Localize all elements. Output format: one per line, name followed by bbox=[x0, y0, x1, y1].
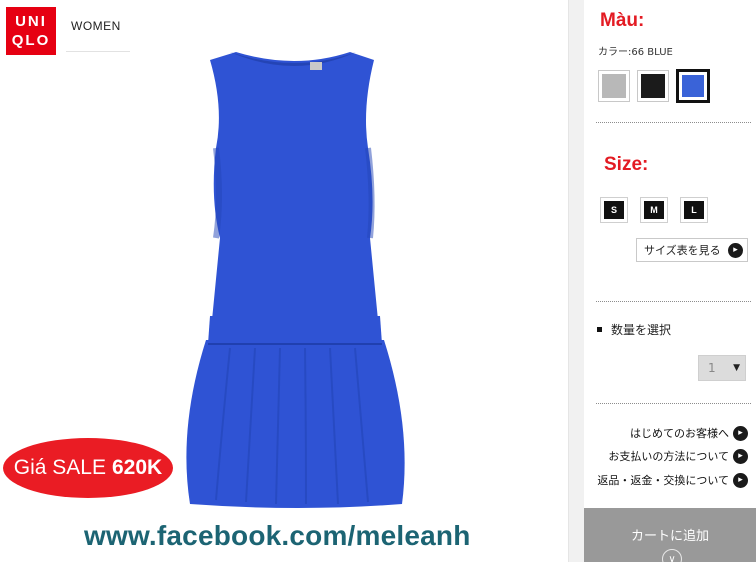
size-option-s[interactable]: S bbox=[600, 197, 628, 223]
dress-waistband bbox=[208, 316, 382, 344]
add-to-cart-label: カートに追加 bbox=[630, 529, 709, 544]
size-chart-label: サイズ表を見る bbox=[644, 244, 721, 257]
quantity-value: 1 bbox=[708, 361, 716, 375]
divider-size bbox=[596, 301, 751, 302]
product-image-dress bbox=[186, 52, 405, 508]
color-swatch-gray[interactable] bbox=[598, 70, 630, 102]
caret-down-icon: ▼ bbox=[733, 363, 740, 373]
panel-divider bbox=[568, 0, 584, 562]
size-label-s: S bbox=[604, 201, 624, 219]
facebook-url[interactable]: www.facebook.com/meleanh bbox=[84, 520, 471, 552]
help-link-label: はじめてのお客様へ bbox=[630, 427, 729, 440]
chevron-right-icon: ▸ bbox=[733, 448, 748, 464]
size-chart-button[interactable]: サイズ表を見る ▸ bbox=[636, 238, 748, 262]
swatch-chip-gray bbox=[602, 74, 626, 98]
size-option-l[interactable]: L bbox=[680, 197, 708, 223]
help-link-first-time[interactable]: はじめてのお客様へ ▸ bbox=[630, 425, 748, 441]
selected-color-label: カラー:66 BLUE bbox=[598, 47, 673, 58]
help-link-returns[interactable]: 返品・返金・交換について ▸ bbox=[597, 472, 748, 488]
nav-women-link[interactable]: WOMEN bbox=[71, 19, 121, 33]
logo-line-1: UNI bbox=[15, 13, 47, 30]
divider-color bbox=[596, 122, 751, 123]
size-label-l: L bbox=[684, 201, 704, 219]
dress-bodice bbox=[210, 52, 378, 320]
chevron-down-icon: ∨ bbox=[662, 549, 682, 562]
help-link-label: 返品・返金・交換について bbox=[597, 474, 729, 487]
size-label-m: M bbox=[644, 201, 664, 219]
help-link-payment[interactable]: お支払いの方法について ▸ bbox=[608, 448, 748, 464]
size-section-title: Size: bbox=[604, 154, 649, 175]
sale-price-badge: Giá SALE 620K bbox=[3, 438, 173, 498]
divider-quantity bbox=[596, 403, 751, 404]
color-section-title: Màu: bbox=[600, 10, 645, 31]
help-link-label: お支払いの方法について bbox=[608, 450, 729, 463]
header-divider bbox=[66, 51, 130, 52]
color-swatch-blue[interactable] bbox=[676, 69, 710, 103]
swatch-chip-black bbox=[641, 74, 665, 98]
sale-label: Giá SALE bbox=[13, 456, 106, 479]
chevron-right-icon: ▸ bbox=[728, 242, 743, 258]
chevron-right-icon: ▸ bbox=[733, 425, 748, 441]
quantity-label: 数量を選択 bbox=[611, 323, 672, 337]
sale-price: 620K bbox=[112, 456, 163, 479]
quantity-label-row: 数量を選択 bbox=[597, 321, 671, 338]
uniqlo-logo[interactable]: UNI QLO bbox=[6, 7, 56, 55]
color-swatch-black[interactable] bbox=[637, 70, 669, 102]
swatch-chip-blue bbox=[682, 75, 704, 97]
chevron-right-icon: ▸ bbox=[733, 472, 748, 488]
quantity-select[interactable]: 1 ▼ bbox=[698, 355, 746, 381]
dress-skirt bbox=[186, 340, 405, 508]
bullet-icon bbox=[597, 327, 602, 332]
size-option-m[interactable]: M bbox=[640, 197, 668, 223]
logo-line-2: QLO bbox=[11, 32, 51, 49]
